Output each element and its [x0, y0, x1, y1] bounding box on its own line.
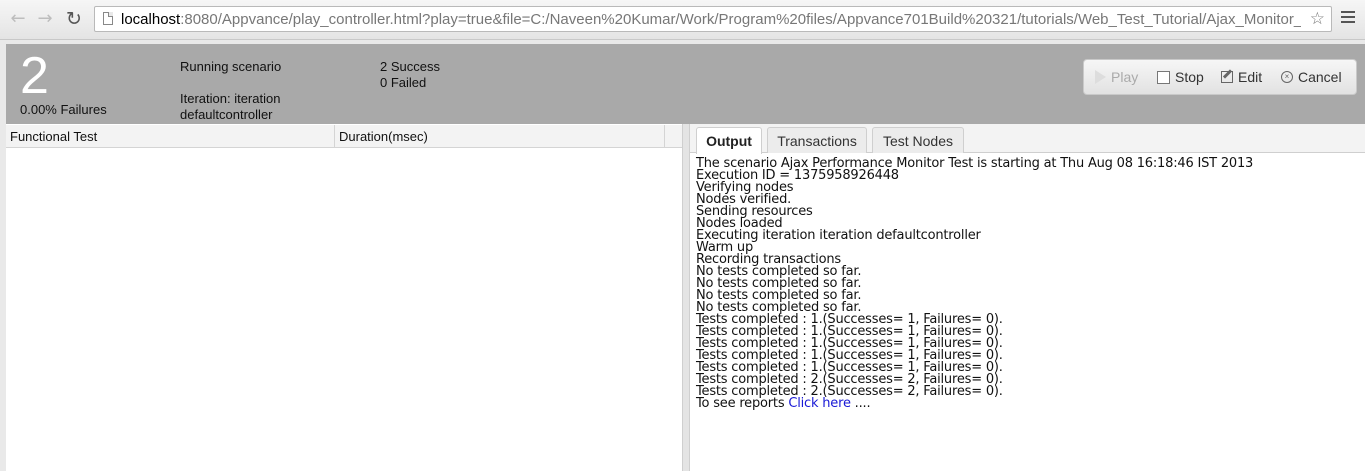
tab-output[interactable]: Output [696, 127, 762, 154]
page-icon [103, 12, 113, 25]
report-prefix: To see reports [696, 396, 789, 411]
output-log: The scenario Ajax Performance Monitor Te… [696, 157, 1356, 411]
play-label: Play [1111, 69, 1139, 85]
control-toolbar: Play Stop Edit × Cancel [1083, 59, 1357, 95]
url-host: localhost [121, 11, 181, 28]
success-count: 2 Success [380, 59, 440, 74]
forward-arrow-icon[interactable]: → [34, 8, 56, 30]
stop-checkbox-icon [1157, 70, 1170, 84]
bookmark-star-icon[interactable]: ☆ [1310, 9, 1325, 29]
output-line: Executing iteration iteration defaultcon… [696, 228, 981, 243]
tab-transactions[interactable]: Transactions [767, 127, 867, 153]
reload-icon[interactable]: ↻ [63, 8, 85, 30]
edit-button[interactable]: Edit [1221, 60, 1262, 94]
menu-icon[interactable] [1341, 11, 1355, 25]
iteration-controller: defaultcontroller [180, 107, 273, 122]
back-arrow-icon[interactable]: ← [7, 8, 29, 30]
report-link[interactable]: Click here [788, 396, 851, 411]
play-controller: 2 0.00% Failures Running scenario Iterat… [6, 44, 1365, 471]
output-line: Execution ID = 1375958926448 [696, 168, 899, 183]
test-count: 2 [20, 47, 49, 105]
play-button[interactable]: Play [1095, 60, 1138, 94]
cancel-button[interactable]: × Cancel [1281, 60, 1342, 94]
output-line: Verifying nodes [696, 180, 794, 195]
iteration-line: Iteration: iteration [180, 91, 281, 106]
status-bar: 2 0.00% Failures Running scenario Iterat… [6, 44, 1365, 124]
edit-label: Edit [1238, 69, 1263, 85]
stop-label: Stop [1175, 69, 1204, 85]
failed-count: 0 Failed [380, 75, 427, 90]
result-summary: 2 Success 0 Failed [380, 59, 440, 91]
column-duration[interactable]: Duration(msec) [335, 125, 665, 147]
running-status: Running scenario [180, 59, 282, 74]
url-path: :8080/Appvance/play_controller.html?play… [180, 11, 1301, 28]
tab-bar: Output Transactions Test Nodes [690, 124, 1365, 154]
report-suffix: .... [850, 396, 871, 411]
cancel-label: Cancel [1298, 69, 1342, 85]
iteration-info: Iteration: iteration defaultcontroller [180, 91, 330, 123]
play-icon [1095, 70, 1106, 85]
edit-icon [1221, 71, 1233, 84]
output-panel: Output Transactions Test Nodes The scena… [689, 124, 1365, 471]
address-bar[interactable]: localhost:8080/Appvance/play_controller.… [94, 6, 1332, 32]
url-text[interactable]: localhost:8080/Appvance/play_controller.… [121, 11, 1301, 29]
table-header: Functional Test Duration(msec) [6, 125, 682, 148]
cancel-icon: × [1281, 71, 1293, 84]
browser-toolbar: ← → ↻ localhost:8080/Appvance/play_contr… [0, 0, 1365, 40]
output-line: Sending resources [696, 204, 813, 219]
failure-rate: 0.00% Failures [20, 102, 107, 117]
tab-test-nodes[interactable]: Test Nodes [872, 127, 964, 153]
functional-test-table: Functional Test Duration(msec) [6, 124, 683, 471]
report-line: To see reports Click here .... [696, 396, 1356, 411]
stop-button[interactable]: Stop [1157, 60, 1204, 94]
column-functional-test[interactable]: Functional Test [6, 125, 335, 147]
